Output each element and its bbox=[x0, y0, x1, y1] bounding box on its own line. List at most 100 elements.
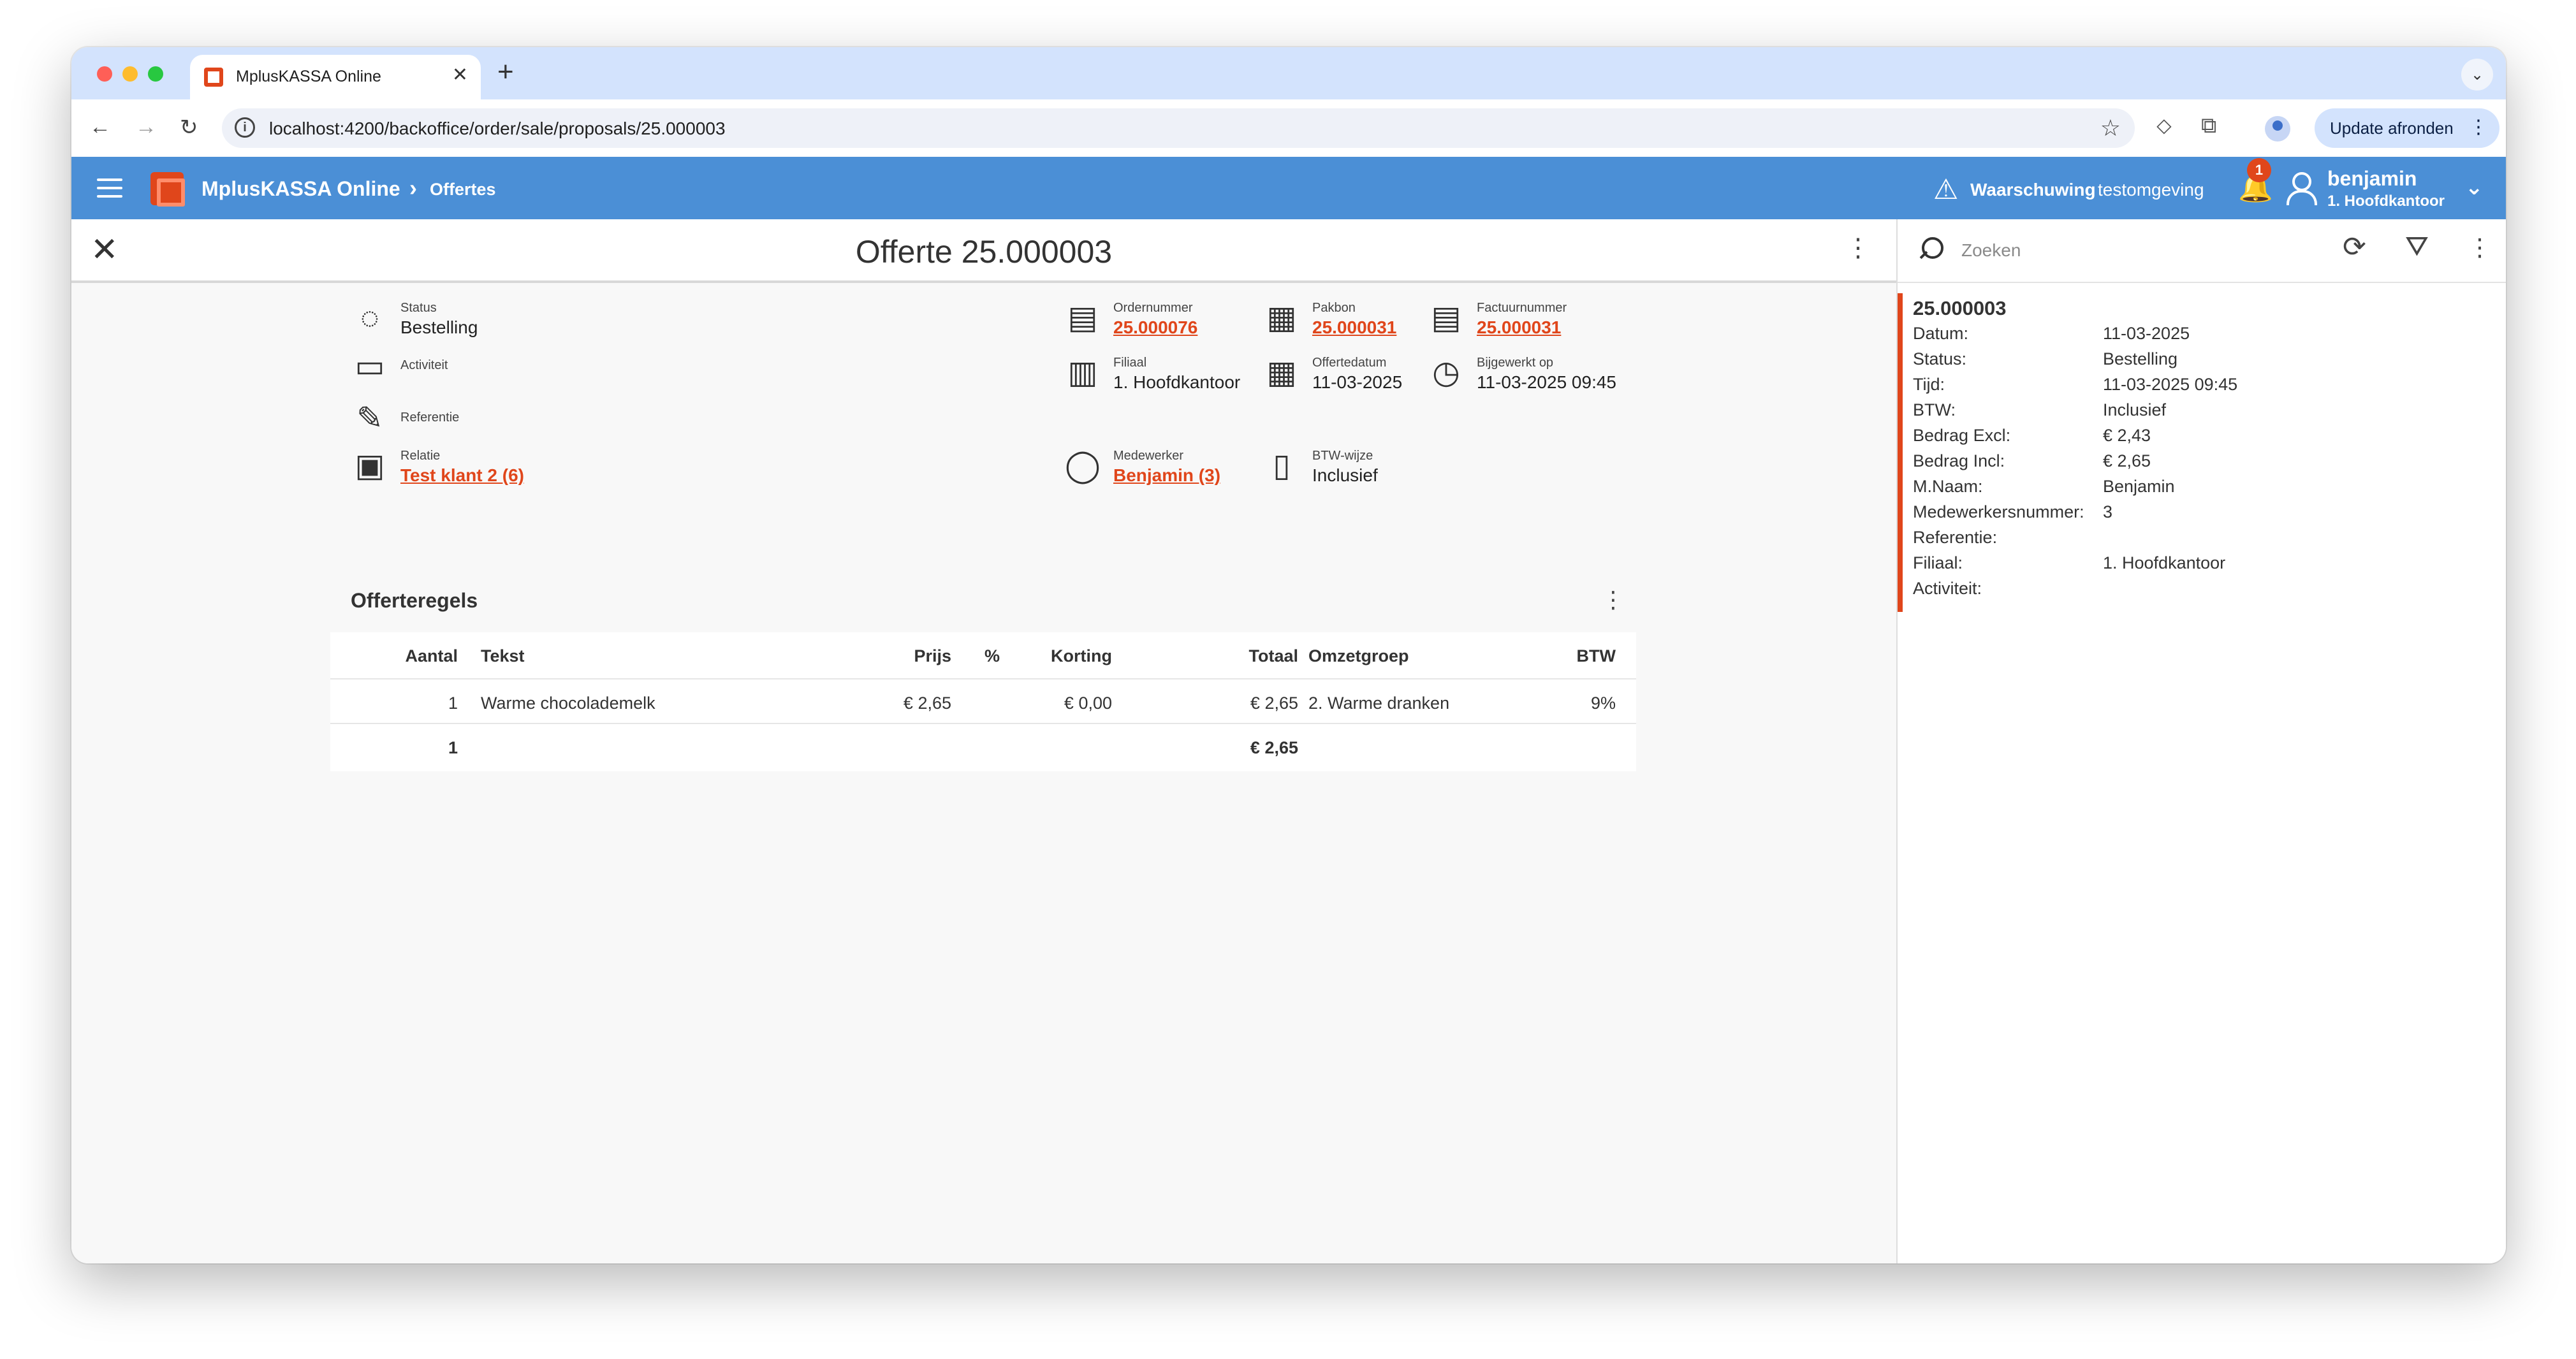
forward-icon[interactable]: → bbox=[135, 115, 157, 140]
browser-menu-icon[interactable]: ⋮ bbox=[2469, 116, 2488, 138]
card-key: Referentie: bbox=[1913, 528, 1998, 547]
card-value: Bestelling bbox=[2103, 349, 2178, 368]
hamburger-menu-icon[interactable] bbox=[97, 178, 122, 198]
field-value: 1. Hoofdkantoor bbox=[1113, 372, 1241, 392]
site-info-icon[interactable]: i bbox=[235, 117, 255, 138]
cell-prijs: € 2,65 bbox=[903, 694, 951, 713]
clipboard-list-icon: ▦ bbox=[1266, 300, 1297, 335]
column-header-totaal[interactable]: Totaal bbox=[1248, 646, 1298, 666]
reload-icon[interactable]: ↻ bbox=[180, 115, 198, 140]
field-label: Activiteit bbox=[400, 358, 448, 372]
more-options-icon[interactable]: ⋮ bbox=[1845, 233, 1871, 263]
selected-proposal-card[interactable]: 25.000003 Datum: 11-03-2025 Status: Best… bbox=[1898, 293, 2506, 612]
search-input[interactable] bbox=[1961, 236, 2280, 265]
profile-avatar-icon[interactable] bbox=[2265, 116, 2290, 142]
close-window-button[interactable] bbox=[97, 66, 112, 82]
app-header: MplusKASSA Online › Offertes ⚠ Waarschuw… bbox=[71, 157, 2506, 219]
section-title: Offerteregels bbox=[351, 589, 478, 612]
medewerker-link[interactable]: Benjamin (3) bbox=[1113, 465, 1220, 486]
column-header-prijs[interactable]: Prijs bbox=[914, 646, 951, 666]
field-label: Ordernummer bbox=[1113, 301, 1193, 315]
relatie-link[interactable]: Test klant 2 (6) bbox=[400, 465, 524, 486]
new-tab-button[interactable]: + bbox=[497, 56, 514, 88]
minimize-window-button[interactable] bbox=[122, 66, 138, 82]
table-header-row: Aantal Tekst Prijs % Korting Totaal Omze… bbox=[330, 632, 1636, 680]
tab-search-button[interactable]: ⌄ bbox=[2461, 59, 2493, 91]
card-key: Datum: bbox=[1913, 324, 1969, 343]
card-key: Activiteit: bbox=[1913, 579, 1982, 598]
wallet-icon: ▭ bbox=[355, 348, 385, 384]
refresh-icon[interactable]: ⟳ bbox=[2343, 231, 2366, 263]
user-branch[interactable]: 1. Hoofdkantoor bbox=[2327, 193, 2445, 210]
cell-korting: € 0,00 bbox=[1064, 694, 1112, 713]
url-text[interactable]: localhost:4200/backoffice/order/sale/pro… bbox=[269, 119, 726, 139]
contact-card-icon: ▣ bbox=[355, 447, 385, 483]
warning-icon: ⚠ bbox=[1933, 174, 1959, 205]
extension-icon[interactable]: ⬦ bbox=[2156, 113, 2172, 138]
tax-document-icon: ▯ bbox=[1273, 447, 1291, 483]
column-header-tekst[interactable]: Tekst bbox=[481, 646, 525, 666]
more-options-icon[interactable]: ⋮ bbox=[1602, 586, 1625, 613]
tab-strip: MplusKASSA Online ✕ + ⌄ bbox=[71, 47, 2506, 99]
filter-icon[interactable]: ⛛ bbox=[2405, 231, 2429, 263]
detail-panel: ✕ Offerte 25.000003 ⋮ ◌ Status Bestellin… bbox=[71, 219, 1896, 1263]
column-header-omzetgroep[interactable]: Omzetgroep bbox=[1308, 646, 1409, 666]
pakbon-link[interactable]: 25.000031 bbox=[1312, 317, 1396, 338]
store-icon: ▥ bbox=[1067, 354, 1098, 390]
total-aantal: 1 bbox=[448, 738, 458, 757]
tab-close-icon[interactable]: ✕ bbox=[452, 64, 468, 86]
field-label: Relatie bbox=[400, 449, 441, 463]
card-value: 3 bbox=[2103, 502, 2113, 521]
total-totaal: € 2,65 bbox=[1250, 738, 1298, 757]
field-value: Bestelling bbox=[400, 317, 478, 337]
card-title: 25.000003 bbox=[1913, 297, 2007, 319]
maximize-window-button[interactable] bbox=[148, 66, 163, 82]
page-title: Offerte 25.000003 bbox=[855, 234, 1113, 270]
field-label: Referentie bbox=[400, 411, 460, 425]
column-header-korting[interactable]: Korting bbox=[1051, 646, 1112, 666]
user-name[interactable]: benjamin bbox=[2327, 167, 2417, 191]
update-button-label: Update afronden bbox=[2330, 118, 2454, 138]
app-title[interactable]: MplusKASSA Online bbox=[201, 177, 400, 201]
field-label: Filiaal bbox=[1113, 356, 1147, 370]
browser-tab[interactable]: MplusKASSA Online ✕ bbox=[190, 55, 481, 99]
cell-tekst: Warme chocolademelk bbox=[481, 694, 655, 713]
search-icon[interactable] bbox=[1917, 235, 1943, 261]
offerteregels-table: Aantal Tekst Prijs % Korting Totaal Omze… bbox=[330, 632, 1636, 771]
breadcrumb-offertes[interactable]: Offertes bbox=[430, 180, 496, 200]
card-key: Bedrag Incl: bbox=[1913, 451, 2005, 470]
table-totals-row: 1 € 2,65 bbox=[330, 724, 1636, 771]
ordernummer-link[interactable]: 25.000076 bbox=[1113, 317, 1197, 338]
cell-btw: 9% bbox=[1590, 694, 1616, 713]
card-key: Bedrag Excl: bbox=[1913, 426, 2011, 445]
pencil-icon: ✎ bbox=[356, 400, 383, 436]
puzzle-icon[interactable]: ⧉ bbox=[2201, 113, 2216, 138]
person-icon: ◯ bbox=[1065, 447, 1101, 483]
card-value: € 2,43 bbox=[2103, 426, 2151, 445]
table-row[interactable]: 1 Warme chocolademelk € 2,65 € 0,00 € 2,… bbox=[330, 680, 1636, 724]
calendar-icon: ▦ bbox=[1266, 354, 1297, 390]
column-header-aantal[interactable]: Aantal bbox=[405, 646, 458, 666]
field-label: BTW-wijze bbox=[1312, 449, 1373, 463]
address-bar[interactable]: i localhost:4200/backoffice/order/sale/p… bbox=[222, 108, 2135, 148]
card-key: M.Naam: bbox=[1913, 477, 1983, 496]
user-icon[interactable] bbox=[2284, 170, 2317, 205]
factuurnummer-link[interactable]: 25.000031 bbox=[1477, 317, 1561, 338]
card-key: Tijd: bbox=[1913, 375, 1945, 394]
column-header-btw[interactable]: BTW bbox=[1577, 646, 1616, 666]
side-search-bar: ⟳ ⛛ ⋮ bbox=[1898, 219, 2506, 283]
favicon-icon bbox=[204, 68, 223, 87]
bookmark-star-icon[interactable]: ☆ bbox=[2100, 115, 2121, 142]
update-button[interactable]: Update afronden ⋮ bbox=[2315, 108, 2499, 148]
chevron-down-icon[interactable]: ⌄ bbox=[2465, 175, 2484, 200]
card-value: Benjamin bbox=[2103, 477, 2175, 496]
card-key: Status: bbox=[1913, 349, 1967, 368]
chevron-down-icon: ⌄ bbox=[2470, 66, 2484, 84]
app-logo-icon[interactable] bbox=[150, 172, 185, 207]
notification-badge: 1 bbox=[2247, 158, 2271, 182]
chevron-right-icon: › bbox=[409, 175, 417, 201]
more-options-icon[interactable]: ⋮ bbox=[2468, 233, 2492, 262]
back-icon[interactable]: ← bbox=[89, 115, 111, 140]
field-value: 11-03-2025 bbox=[1312, 372, 1403, 392]
column-header-percentage[interactable]: % bbox=[984, 646, 1000, 666]
